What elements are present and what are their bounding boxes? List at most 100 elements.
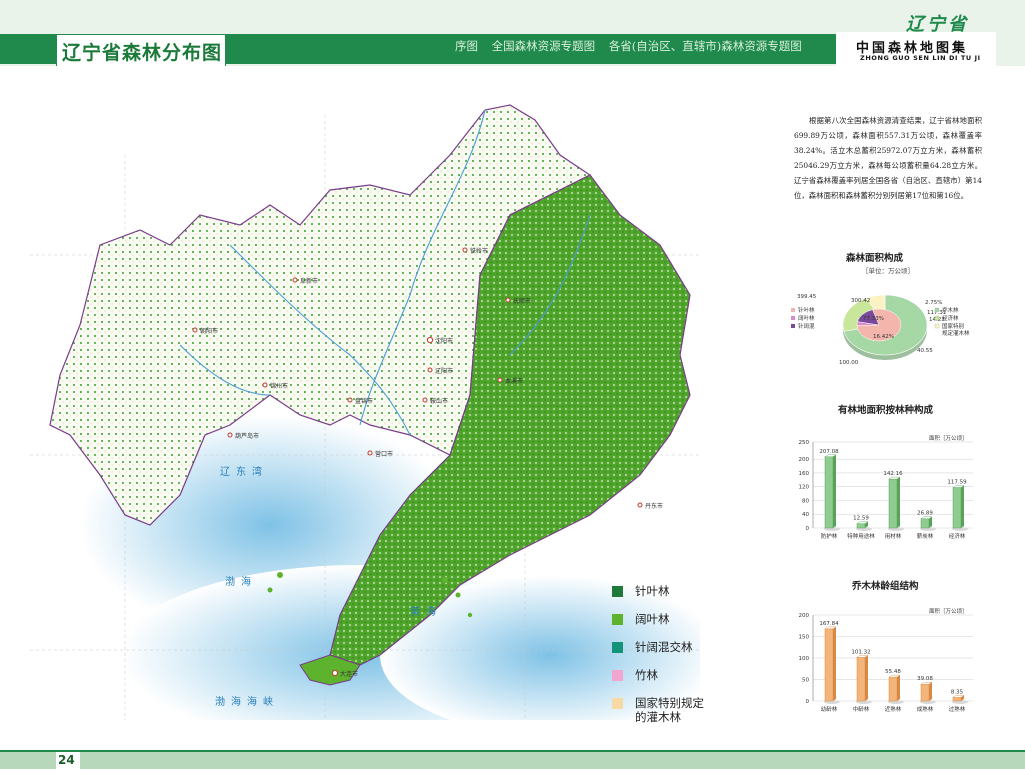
svg-text:铁岭市: 铁岭市 [470, 247, 488, 255]
bar-side [897, 675, 900, 701]
bar-y-tick: 80 [802, 498, 809, 504]
bar-y-tick: 0 [806, 526, 810, 532]
breadcrumb: 序图 全国森林资源专题图 各省(自治区、直辖市)森林资源专题图 [455, 38, 812, 54]
legend-swatch [612, 670, 623, 681]
pie-legend-label: 乔木林 [942, 306, 959, 314]
bar-y-tick: 40 [802, 512, 809, 518]
chart-subtitle: ［单位：万公顷］ [862, 267, 914, 275]
bar [888, 676, 898, 702]
svg-text:营口市: 营口市 [375, 450, 393, 458]
bar [824, 456, 834, 529]
bar [952, 487, 962, 529]
bar-y-tick: 160 [799, 471, 810, 477]
bar-side [833, 454, 836, 528]
bar-side [833, 626, 836, 701]
pie-legend-swatch [934, 323, 940, 329]
svg-text:辽阳市: 辽阳市 [435, 367, 453, 375]
bar-side [897, 477, 900, 528]
bar-value-label: 101.32 [851, 649, 870, 655]
breadcrumb-item[interactable]: 全国森林资源专题图 [492, 39, 596, 53]
bar-category-label: 防护林 [821, 532, 838, 540]
svg-text:朝阳市: 朝阳市 [200, 327, 218, 335]
bar-y-tick: 100 [799, 656, 810, 662]
breadcrumb-item[interactable]: 序图 [455, 39, 478, 53]
bar-y-tick: 50 [802, 678, 809, 684]
pie-legend-swatch [791, 316, 795, 320]
bar-value-label: 55.48 [885, 669, 901, 675]
forest-map[interactable]: 朝阳市 阜新市 沈阳市 铁岭市 抚顺市 本溪市 辽阳市 鞍山市 营口市 盘锦市 … [30, 95, 720, 745]
bar-value-label: 167.84 [819, 621, 839, 627]
svg-text:沈阳市: 沈阳市 [435, 337, 453, 345]
chart-title: 乔木林龄组结构 [852, 581, 919, 592]
svg-text:葫芦岛市: 葫芦岛市 [235, 432, 259, 440]
forest-area-pie-chart: 399.45300.4277.33%2.75%16.42%117.3114.23… [791, 294, 970, 366]
breadcrumb-item[interactable]: 各省(自治区、直辖市)森林资源专题图 [609, 39, 802, 53]
svg-text:阜新市: 阜新市 [300, 277, 318, 285]
bar-y-label: 面积［万公顷］ [929, 607, 968, 615]
bar-category-label: 用材林 [885, 532, 902, 540]
legend-item-shrub: 国家特别规定的灌木林 [612, 696, 732, 724]
pie-legend-swatch [934, 307, 940, 313]
bar [952, 697, 962, 702]
map-svg: 朝阳市 阜新市 沈阳市 铁岭市 抚顺市 本溪市 辽阳市 鞍山市 营口市 盘锦市 … [30, 104, 720, 745]
bar-value-label: 39.08 [917, 676, 933, 682]
bar-y-tick: 150 [799, 635, 810, 641]
bar-value-label: 117.59 [947, 480, 967, 486]
forest-type-bar-chart: 面积［万公顷］ 0 40 80 120 160 200 250 207.08 防护林 12.59 特种… [799, 434, 973, 540]
bar-value-label: 142.16 [883, 471, 903, 477]
bar-value-label: 26.89 [917, 511, 933, 517]
svg-text:盘锦市: 盘锦市 [355, 397, 373, 405]
pie-value-label: 16.42% [873, 334, 894, 340]
bar-y-tick: 0 [806, 699, 810, 705]
svg-text:鞍山市: 鞍山市 [430, 397, 448, 405]
legend-label: 针叶林 [635, 584, 670, 598]
sea-label-liaodong-bay: 辽东湾 [220, 465, 268, 478]
bar [824, 628, 834, 702]
pie-legend-label: 阔叶林 [798, 314, 815, 322]
svg-text:抚顺市: 抚顺市 [513, 297, 531, 305]
bar-y-tick: 250 [799, 440, 810, 446]
bar-category-label: 成熟林 [917, 705, 934, 713]
pie-legend-label: 国家特别 [942, 322, 964, 330]
age-group-bar-chart: 面积［万公顷］ 0 50 100 150 200 167.84 幼龄林 101.32 中龄林 55.… [799, 607, 973, 713]
legend-swatch [612, 614, 623, 625]
legend-label: 针阔混交林 [635, 640, 693, 654]
svg-text:丹东市: 丹东市 [645, 502, 663, 510]
bar-value-label: 8.35 [951, 689, 964, 695]
bar-category-label: 薪炭林 [917, 532, 934, 540]
legend-swatch [612, 642, 623, 653]
chart-title: 森林面积构成 [846, 253, 904, 264]
bar-value-label: 207.08 [819, 449, 839, 455]
page-title: 辽宁省森林分布图 [62, 42, 223, 64]
bar-y-label: 面积［万公顷］ [929, 434, 968, 442]
pie-legend-swatch [791, 324, 795, 328]
bar-side [961, 485, 964, 528]
chart-title: 有林地面积按林种构成 [838, 405, 934, 416]
city-dandong: 丹东市 [637, 502, 663, 510]
page-number: 24 [58, 753, 75, 767]
legend-item-conifer: 针叶林 [612, 584, 732, 598]
bar [888, 478, 898, 529]
pie-legend-label: 针阔混 [798, 322, 815, 330]
sea-label-yellow-sea: 黄海 [410, 605, 442, 618]
bar-category-label: 经济林 [949, 532, 966, 540]
legend-label: 国家特别规定的灌木林 [635, 696, 704, 724]
bar [856, 523, 866, 529]
bar-side [865, 655, 868, 701]
bar-y-tick: 200 [799, 457, 810, 463]
atlas-pinyin: ZHONG GUO SEN LIN DI TU JI [860, 54, 981, 62]
map-legend: 针叶林 阔叶林 针阔混交林 竹林 国家特别规定的灌木林 [612, 584, 732, 738]
bar-category-label: 特种用途林 [847, 532, 875, 540]
bar-category-label: 中龄林 [853, 705, 870, 713]
legend-swatch [612, 586, 623, 597]
bar-category-label: 近熟林 [885, 705, 902, 713]
svg-text:锦州市: 锦州市 [270, 382, 288, 390]
bar-category-label: 过熟林 [949, 705, 966, 713]
forest-summary-text: 根据第八次全国森林资源清查结果，辽宁省林地面积699.89万公顷，森林面积557… [794, 116, 982, 200]
bar [920, 683, 930, 702]
sea-label-bohai: 渤海 [225, 575, 257, 588]
pie-value-label: 399.45 [797, 294, 817, 300]
pie-value-label: 2.75% [925, 300, 942, 306]
bar [856, 657, 866, 702]
bar-value-label: 12.59 [853, 516, 869, 522]
